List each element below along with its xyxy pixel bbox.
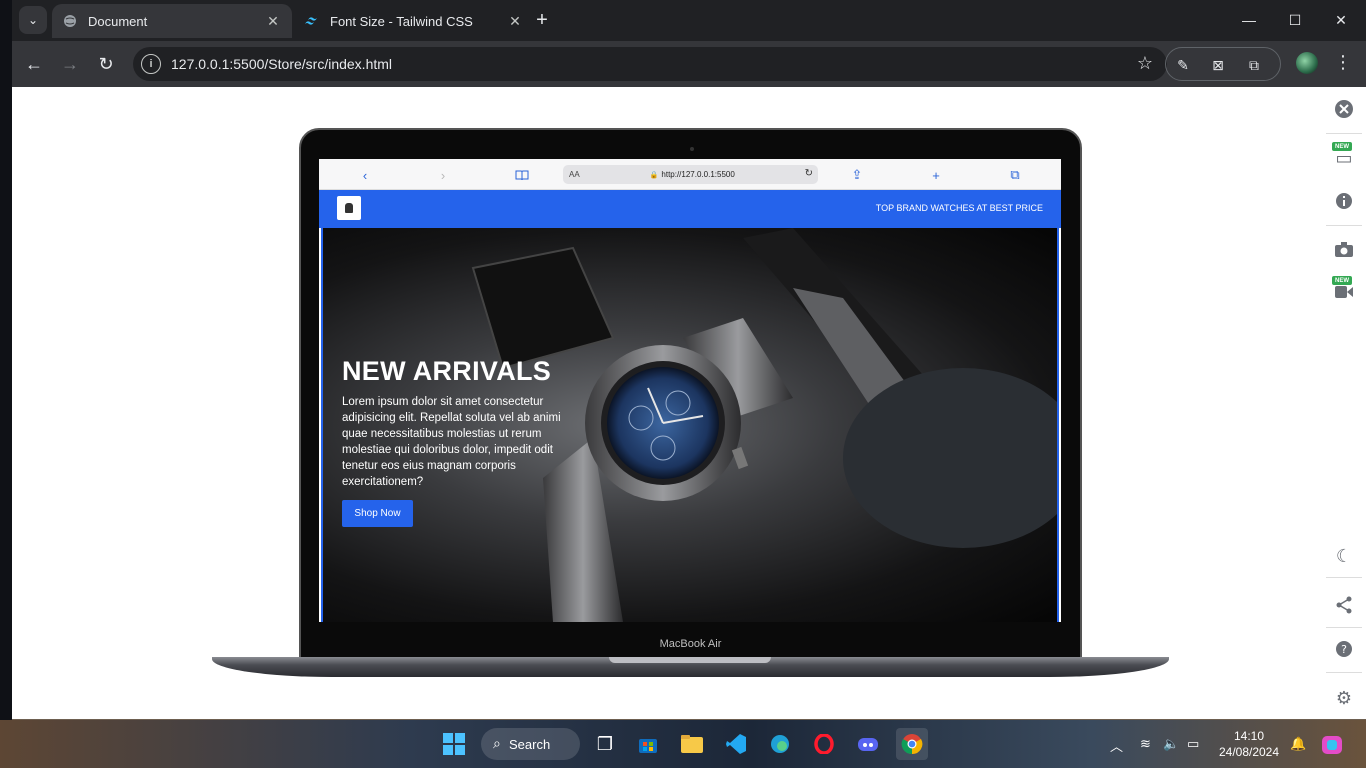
safari-forward-icon[interactable]: › (434, 166, 452, 184)
globe-icon (62, 13, 78, 29)
panel-divider (1326, 627, 1362, 628)
clock-time: 14:10 (1233, 729, 1265, 743)
tabs-overview-icon[interactable]: ⧉ (1006, 166, 1024, 184)
task-view-icon[interactable]: ❐ (589, 728, 621, 760)
edge-icon[interactable] (764, 728, 796, 760)
settings-gear-icon[interactable]: ⚙ (1333, 687, 1355, 709)
vscode-icon[interactable] (720, 728, 752, 760)
taskbar-search[interactable]: ⌕ Search (481, 728, 580, 760)
system-clock[interactable]: 14:10 24/08/2024 (1214, 728, 1284, 760)
device-screen: ‹ › AA 🔒 http://127.0.0.1:5500 ↻ ⇪ + ⧉ T… (319, 159, 1061, 622)
bookmark-star-icon[interactable]: ☆ (1137, 53, 1153, 74)
devices-icon[interactable]: ▭ (1333, 147, 1355, 169)
device-label: MacBook Air (659, 638, 722, 650)
opera-icon[interactable] (808, 728, 840, 760)
reader-text-size[interactable]: AA (569, 170, 580, 179)
panel-divider (1326, 133, 1362, 134)
help-icon[interactable]: ? (1333, 638, 1355, 660)
safari-url: http://127.0.0.1:5500 (661, 170, 735, 179)
hero-description: Lorem ipsum dolor sit amet consectetur a… (342, 396, 561, 488)
bookmarks-icon[interactable] (513, 166, 531, 184)
more-menu-icon[interactable]: ⋮ (1334, 53, 1352, 71)
close-icon[interactable]: ✕ (506, 12, 524, 30)
tab-strip: ⌄ Document ✕ Font Size - Tailwind CSS ✕ … (12, 0, 1366, 41)
search-icon: ⌕ (493, 735, 501, 751)
extensions-group: ✎ ⊠ ⧉ (1165, 47, 1281, 81)
volume-icon[interactable]: 🔈 (1163, 736, 1179, 752)
camera-icon[interactable] (1333, 238, 1355, 260)
back-button[interactable]: ← (20, 50, 48, 78)
chrome-icon[interactable] (896, 728, 928, 760)
site-logo[interactable] (337, 196, 361, 220)
store-icon[interactable] (632, 728, 664, 760)
tab-tailwind[interactable]: Font Size - Tailwind CSS ✕ (294, 4, 534, 38)
tray-chevron-up-icon[interactable]: ︿ (1110, 736, 1123, 755)
tab-search-button[interactable]: ⌄ (19, 6, 47, 34)
close-icon[interactable]: ✕ (264, 12, 282, 30)
copilot-icon[interactable] (1322, 736, 1342, 757)
browser-window: ⌄ Document ✕ Font Size - Tailwind CSS ✕ … (12, 0, 1366, 719)
clock-date: 24/08/2024 (1218, 745, 1280, 759)
macbook-base (212, 657, 1169, 677)
safari-toolbar: ‹ › AA 🔒 http://127.0.0.1:5500 ↻ ⇪ + ⧉ (319, 159, 1061, 190)
close-window-button[interactable]: ✕ (1318, 0, 1364, 40)
panel-divider (1326, 672, 1362, 673)
share-nodes-icon[interactable] (1333, 594, 1355, 616)
video-camera-icon[interactable] (1333, 281, 1355, 303)
tab-document[interactable]: Document ✕ (52, 4, 292, 38)
discord-icon[interactable] (852, 728, 884, 760)
info-icon[interactable] (1333, 190, 1355, 212)
tab-title: Font Size - Tailwind CSS (330, 13, 473, 29)
forward-button[interactable]: → (56, 50, 84, 78)
profile-avatar[interactable] (1296, 52, 1318, 74)
macbook-notch (609, 657, 771, 663)
windows-start-icon[interactable] (438, 728, 470, 760)
page-viewport: MacBook Air ‹ › AA 🔒 http://127.0.0.1:55… (12, 87, 1366, 719)
address-url: 127.0.0.1:5500/Store/src/index.html (171, 56, 393, 72)
desktop-edge (0, 0, 12, 720)
panel-divider (1326, 225, 1362, 226)
puzzle-icon[interactable]: ⧉ (1244, 55, 1264, 75)
panel-divider (1326, 577, 1362, 578)
windows-taskbar: ⌕ Search ❐ ︿ ≋ 🔈 ▭ 14:10 24/08/2024 🔔 (0, 720, 1366, 768)
camera-dot (690, 147, 694, 151)
responsive-viewer-panel: NEW ▭ NEW ☾ ? ⚙ (1322, 87, 1366, 719)
lock-icon: 🔒 (649, 171, 659, 179)
site-info-icon[interactable]: i (141, 54, 161, 74)
file-explorer-icon[interactable] (676, 728, 708, 760)
hero-title: NEW ARRIVALS (342, 356, 552, 386)
close-panel-icon[interactable] (1333, 98, 1355, 120)
notification-bell-icon[interactable]: 🔔 (1290, 736, 1306, 752)
extension-x-icon[interactable]: ⊠ (1208, 55, 1228, 75)
dark-mode-moon-icon[interactable]: ☾ (1333, 545, 1355, 567)
site-header: TOP BRAND WATCHES AT BEST PRICE (319, 190, 1061, 228)
eyedropper-icon[interactable]: ✎ (1173, 55, 1193, 75)
tab-title: Document (88, 13, 148, 29)
svg-text:?: ? (1341, 643, 1347, 656)
safari-reload-icon[interactable]: ↻ (805, 168, 813, 179)
chevron-down-icon: ⌄ (27, 13, 39, 27)
address-bar[interactable]: i 127.0.0.1:5500/Store/src/index.html ☆ (133, 47, 1167, 81)
tailwind-icon (304, 13, 320, 29)
shop-now-button[interactable]: Shop Now (342, 500, 413, 527)
hero-banner: NEW ARRIVALS Lorem ipsum dolor sit amet … (321, 228, 1059, 622)
reload-button[interactable]: ↻ (92, 50, 120, 78)
safari-address-bar[interactable]: AA 🔒 http://127.0.0.1:5500 ↻ (563, 165, 818, 184)
taskbar-search-label: Search (509, 736, 551, 752)
battery-icon[interactable]: ▭ (1187, 736, 1199, 752)
wifi-icon[interactable]: ≋ (1140, 736, 1151, 752)
browser-toolbar: ← → ↻ i 127.0.0.1:5500/Store/src/index.h… (12, 41, 1366, 87)
share-icon[interactable]: ⇪ (848, 166, 866, 184)
safari-back-icon[interactable]: ‹ (356, 166, 374, 184)
new-tab-button[interactable]: + (530, 8, 554, 32)
site-tagline: TOP BRAND WATCHES AT BEST PRICE (875, 203, 1043, 213)
add-tab-icon[interactable]: + (927, 166, 945, 184)
minimize-button[interactable]: — (1226, 0, 1272, 40)
maximize-button[interactable]: ☐ (1272, 0, 1318, 40)
